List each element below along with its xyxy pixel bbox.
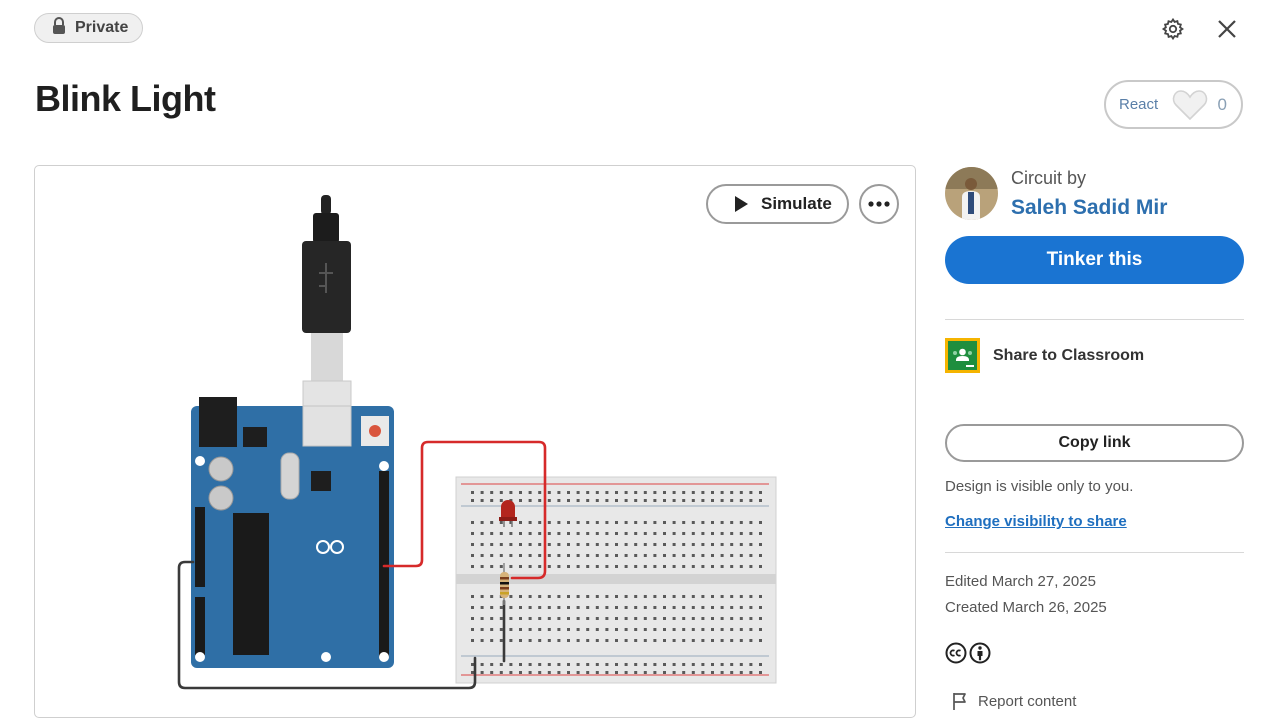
report-content-button[interactable]: Report content <box>952 691 1076 711</box>
avatar[interactable] <box>945 167 998 220</box>
report-content-label: Report content <box>978 692 1077 710</box>
cc-icon <box>945 642 967 664</box>
circuit-viewer[interactable] <box>34 165 916 718</box>
share-to-classroom-button[interactable]: Share to Classroom <box>945 338 1144 373</box>
react-label: React <box>1119 96 1159 113</box>
author-link[interactable]: Saleh Sadid Mir <box>1011 196 1167 220</box>
visibility-note: Design is visible only to you. <box>945 478 1134 495</box>
heart-icon <box>1172 89 1208 121</box>
share-to-classroom-label: Share to Classroom <box>993 346 1145 364</box>
react-button[interactable]: React 0 <box>1104 80 1243 129</box>
change-visibility-link[interactable]: Change visibility to share <box>945 513 1127 530</box>
google-classroom-icon <box>945 338 980 373</box>
play-icon <box>733 195 749 213</box>
divider <box>945 552 1244 553</box>
react-count: 0 <box>1217 94 1227 114</box>
more-options-button[interactable] <box>859 184 899 224</box>
privacy-badge[interactable]: Private <box>34 13 143 43</box>
edited-date: Edited March 27, 2025 <box>945 573 1096 590</box>
circuit-by-label: Circuit by <box>1011 168 1087 188</box>
simulate-label: Simulate <box>761 194 832 213</box>
flag-icon <box>952 691 970 711</box>
attribution-icon <box>969 642 991 664</box>
divider <box>945 319 1244 320</box>
lock-icon <box>52 16 66 40</box>
close-icon[interactable] <box>1214 16 1240 42</box>
tinker-this-button[interactable]: Tinker this <box>945 236 1244 284</box>
circuit-diagram <box>177 195 777 690</box>
copy-link-button[interactable]: Copy link <box>945 424 1244 462</box>
privacy-label: Private <box>75 19 129 36</box>
created-date: Created March 26, 2025 <box>945 599 1107 616</box>
arduino-uno-board <box>191 397 394 668</box>
more-horizontal-icon <box>868 201 890 207</box>
creative-commons-license[interactable] <box>945 642 991 664</box>
page-title: Blink Light <box>35 78 216 119</box>
gear-icon[interactable] <box>1160 16 1186 42</box>
simulate-button[interactable]: Simulate <box>706 184 849 224</box>
